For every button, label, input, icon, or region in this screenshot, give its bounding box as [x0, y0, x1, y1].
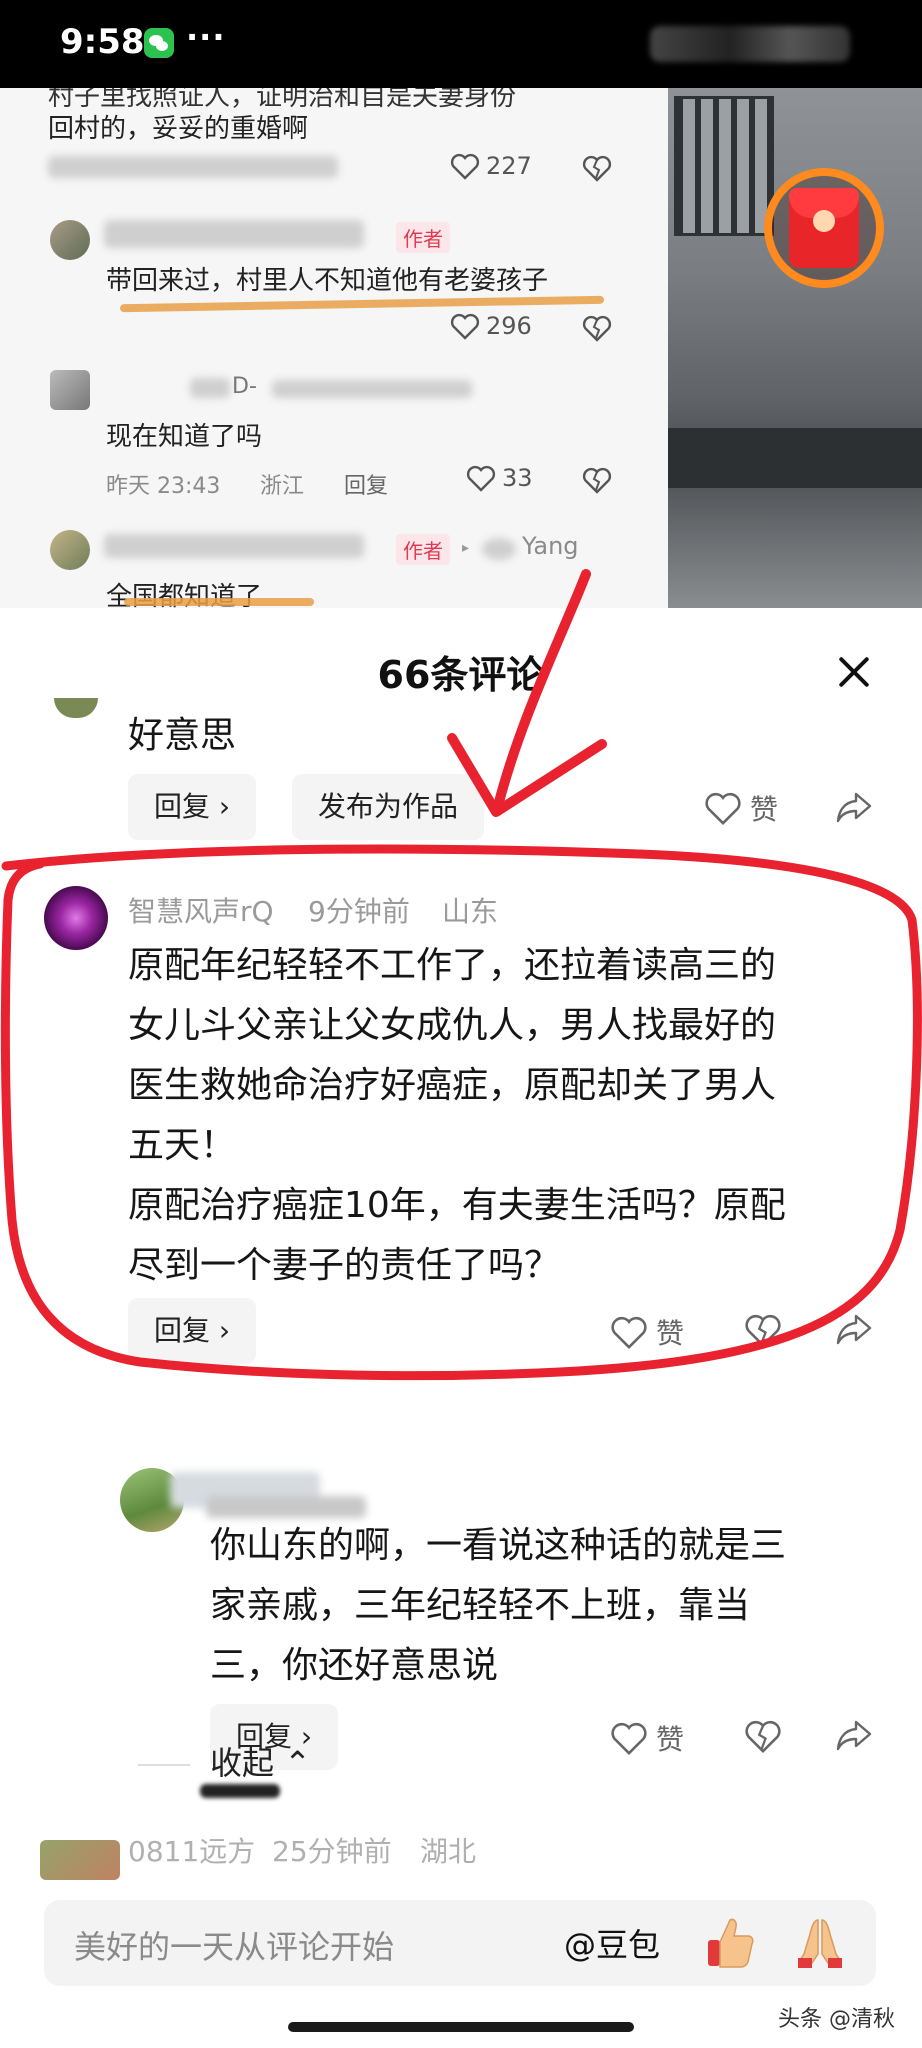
highlight-underline [124, 598, 314, 606]
comment-time: 昨天 23:43 [106, 474, 221, 499]
heart-icon [611, 1722, 647, 1755]
status-indicators-blurred [650, 26, 850, 62]
like-button[interactable]: 赞 [610, 1312, 684, 1352]
video-scene [668, 488, 922, 608]
blurred-username [104, 534, 364, 558]
author-tag: 作者 [396, 534, 450, 565]
like-count: 227 [486, 152, 532, 180]
comment-input-bar[interactable]: 美好的一天从评论开始 @豆包 [44, 1900, 876, 1986]
comment-count-title: 66条评论 [377, 653, 545, 697]
status-time: 9:58 [60, 22, 145, 62]
home-indicator [288, 2022, 634, 2032]
reply-line: 你山东的啊，一看说这种话的就是三 [210, 1525, 787, 1566]
reply-link[interactable]: 回复 [344, 468, 388, 500]
like-label: 赞 [750, 793, 779, 826]
collapse-divider [138, 1764, 190, 1766]
like-label: 赞 [656, 1317, 685, 1350]
more-dots-icon: ··· [186, 18, 226, 56]
like-button[interactable]: 227 [450, 152, 532, 180]
broken-heart-icon[interactable] [744, 1718, 782, 1754]
avatar[interactable] [50, 370, 90, 410]
author-tag: 作者 [396, 222, 450, 253]
blurred-username [272, 380, 472, 398]
background-comment-list: 村子里找照证人，证明治和自是夫妻身份 回村的，妥妥的重婚啊 227 作者 带回来… [0, 88, 922, 608]
like-button[interactable]: 赞 [610, 1718, 684, 1758]
comment-location: 湖北 [420, 1835, 477, 1868]
like-label: 赞 [656, 1723, 685, 1756]
username[interactable]: 0811远方 [128, 1830, 255, 1870]
reply-button[interactable]: 回复 › [128, 1298, 257, 1364]
like-button[interactable]: 赞 [704, 788, 778, 828]
avatar[interactable] [54, 698, 98, 718]
comment-sheet: 66条评论 好意思 回复 › 发布为作品 赞 智慧风声rQ 9分钟前 山东 原配… [0, 608, 922, 2048]
comment-location: 山东 [442, 895, 499, 928]
reply-arrow-icon: ▸ [462, 540, 470, 556]
reply-line: 家亲戚，三年纪轻轻不上班，靠当 [210, 1585, 751, 1626]
avatar[interactable] [50, 220, 90, 260]
heart-icon [466, 465, 496, 492]
highlight-underline [119, 295, 605, 313]
status-bar: 9:58 ··· [0, 0, 922, 88]
like-button[interactable]: 33 [466, 464, 533, 492]
comment-time: 9分钟前 [308, 895, 410, 928]
comment-line: 原配年纪轻轻不工作了，还拉着读高三的 [128, 945, 777, 986]
comment-line: 医生救她命治疗好癌症，原配却关了男人 [128, 1065, 777, 1106]
watermark: 头条 @清秋 [778, 2007, 895, 2032]
comment-input-placeholder[interactable]: 美好的一天从评论开始 [74, 1922, 394, 1968]
bg-comment-text: 现在知道了吗 [106, 422, 263, 452]
comment-text-tail: 好意思 [128, 715, 237, 756]
blurred-username [206, 1496, 366, 1518]
reply-line: 三，你还好意思说 [210, 1645, 499, 1686]
comment-location: 浙江 [260, 474, 305, 499]
broken-heart-icon[interactable] [582, 314, 612, 342]
video-scene [668, 428, 922, 488]
avatar[interactable] [50, 530, 90, 570]
bg-comment-text: 带回来过，村里人不知道他有老婆孩子 [106, 266, 549, 296]
comment-line: 原配治疗癌症10年，有夫妻生活吗？原配 [128, 1185, 786, 1226]
broken-heart-icon[interactable] [744, 1312, 782, 1348]
share-icon[interactable] [834, 1716, 874, 1754]
blurred-meta [48, 156, 338, 178]
username[interactable]: 智慧风声rQ [128, 890, 274, 930]
comment-time: 25分钟前 [272, 1835, 392, 1868]
reply-button[interactable]: 回复 › [128, 774, 257, 840]
broken-heart-icon[interactable] [582, 466, 612, 494]
comment-line: 女儿斗父亲让父女成仇人，男人找最好的 [128, 1005, 777, 1046]
heart-icon [611, 1316, 647, 1349]
comment-line: 尽到一个妻子的责任了吗？ [128, 1245, 561, 1286]
praying-hands-emoji-icon[interactable] [794, 1914, 846, 1970]
heart-icon [705, 792, 741, 825]
blurred-artifact [200, 1784, 280, 1798]
reply-to-name: Yang [522, 532, 579, 560]
share-icon[interactable] [834, 1310, 874, 1348]
publish-as-post-button[interactable]: 发布为作品 [292, 774, 485, 840]
thumbs-up-emoji-icon[interactable] [704, 1914, 756, 1970]
like-button[interactable]: 296 [450, 312, 532, 340]
close-icon[interactable] [836, 654, 872, 690]
avatar[interactable] [44, 886, 108, 950]
blurred-avatar [482, 538, 516, 560]
collapse-replies-button[interactable]: 收起 ⌃ [210, 1738, 311, 1784]
avatar[interactable] [40, 1840, 120, 1880]
like-count: 296 [486, 312, 532, 340]
background-list-panel: 村子里找照证人，证明治和自是夫妻身份 回村的，妥妥的重婚啊 227 作者 带回来… [0, 88, 668, 608]
wechat-icon [144, 28, 174, 58]
share-icon[interactable] [834, 788, 874, 826]
blurred-username [190, 378, 230, 398]
bg-comment-text-line: 回村的，妥妥的重婚啊 [48, 114, 309, 144]
broken-heart-icon[interactable] [582, 154, 612, 182]
comment-line: 五天！ [128, 1125, 237, 1166]
video-thumbnail[interactable] [668, 88, 922, 608]
like-count: 33 [502, 464, 533, 492]
mention-doubao-button[interactable]: @豆包 [564, 1920, 660, 1966]
username-partial: D- [232, 374, 257, 399]
heart-icon [450, 153, 480, 180]
window-bars [674, 96, 774, 236]
heart-icon [450, 313, 480, 340]
blurred-username [104, 220, 364, 248]
red-packet-icon[interactable] [789, 188, 859, 268]
